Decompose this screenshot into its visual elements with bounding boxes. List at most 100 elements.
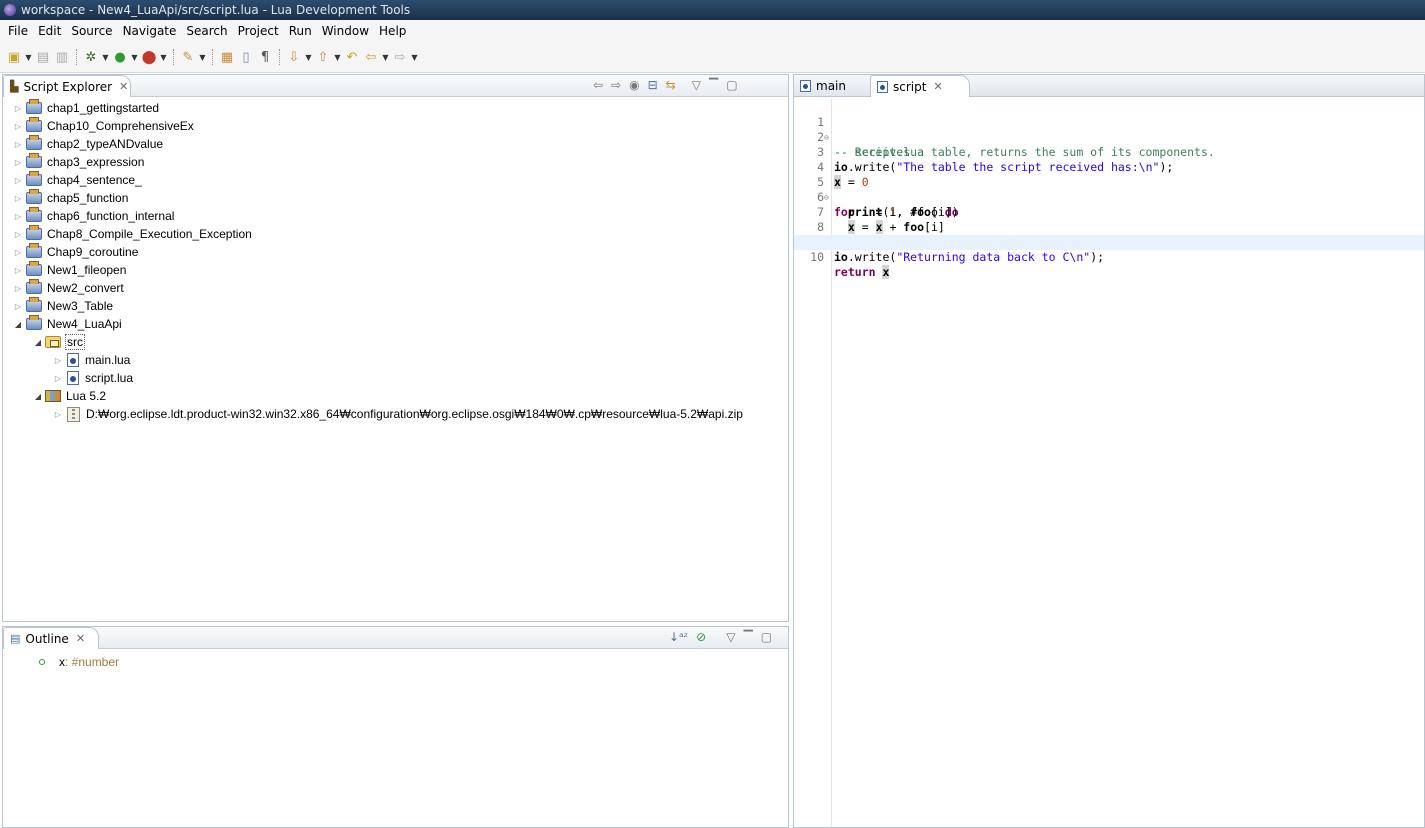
close-icon[interactable]: ✕ bbox=[119, 80, 128, 93]
menu-search[interactable]: Search bbox=[181, 24, 232, 38]
last-edit-location-icon[interactable]: ↶ bbox=[344, 49, 360, 65]
tree-item-file[interactable]: ▷ main.lua bbox=[53, 351, 130, 369]
save-all-icon[interactable]: ▥ bbox=[54, 49, 70, 65]
menu-project[interactable]: Project bbox=[233, 24, 284, 38]
back-icon[interactable]: ⇦ bbox=[363, 49, 379, 65]
expand-icon[interactable]: ▷ bbox=[53, 374, 63, 383]
menu-file[interactable]: File bbox=[3, 24, 33, 38]
expand-icon[interactable]: ▷ bbox=[13, 230, 23, 239]
expand-icon[interactable]: ▷ bbox=[13, 302, 23, 311]
close-icon[interactable]: ✕ bbox=[76, 632, 85, 645]
collapse-icon[interactable]: ◢ bbox=[33, 392, 43, 401]
tree-item-archive[interactable]: ▷ D:₩org.eclipse.ldt.product-win32.win32.… bbox=[53, 405, 743, 423]
code-line: 2 -- Receives a table, returns the sum o… bbox=[794, 115, 1424, 159]
previous-annotation-dropdown-icon[interactable]: ▼ bbox=[334, 53, 341, 62]
expand-icon[interactable]: ▷ bbox=[13, 248, 23, 257]
close-icon[interactable]: ✕ bbox=[933, 80, 942, 93]
tab-outline[interactable]: ▤ Outline ✕ bbox=[3, 627, 99, 649]
tree-item-file[interactable]: ▷ script.lua bbox=[53, 369, 133, 387]
open-task-icon[interactable]: ▯ bbox=[238, 49, 254, 65]
hide-fields-icon[interactable]: ⊘ bbox=[696, 630, 706, 644]
tree-item[interactable]: ▷ Chap10_ComprehensiveEx bbox=[13, 117, 194, 135]
menu-navigate[interactable]: Navigate bbox=[118, 24, 182, 38]
tab-main[interactable]: main bbox=[794, 75, 866, 97]
open-type-icon[interactable]: ▦ bbox=[219, 49, 235, 65]
forward-dropdown-icon[interactable]: ▼ bbox=[411, 53, 418, 62]
collapse-icon[interactable]: ◢ bbox=[13, 320, 23, 329]
tree-item[interactable]: ▷ Chap9_coroutine bbox=[13, 243, 138, 261]
tree-item-library[interactable]: ◢ Lua 5.2 bbox=[33, 387, 106, 405]
tree-item[interactable]: ◢ New4_LuaApi bbox=[13, 315, 122, 333]
previous-annotation-icon[interactable]: ⇧ bbox=[315, 49, 331, 65]
next-annotation-dropdown-icon[interactable]: ▼ bbox=[305, 53, 312, 62]
new-project-icon[interactable]: ✎ bbox=[180, 49, 196, 65]
tab-script-explorer[interactable]: ▙ Script Explorer ✕ bbox=[3, 75, 131, 97]
project-icon bbox=[26, 207, 42, 222]
source-folder-icon bbox=[45, 336, 61, 348]
view-menu-icon[interactable]: ▽ bbox=[726, 630, 735, 644]
new-icon[interactable]: ▣ bbox=[6, 49, 22, 65]
script-explorer-panel: ▙ Script Explorer ✕ ⇦ ⇨ ◉ ⊟ ⇆ ▽ ▔ ▢ ▷ cha… bbox=[2, 74, 789, 622]
expand-icon[interactable]: ▷ bbox=[53, 410, 63, 419]
link-with-editor-icon[interactable]: ⇆ bbox=[666, 78, 676, 92]
expand-icon[interactable]: ▷ bbox=[13, 176, 23, 185]
tree-item[interactable]: ▷ chap5_function bbox=[13, 189, 128, 207]
new-dropdown-icon[interactable]: ▼ bbox=[25, 53, 32, 62]
maximize-icon[interactable]: ▢ bbox=[761, 630, 772, 644]
code-editor[interactable]: 1 ⊖ -- script.lua 2 -- Receives a table,… bbox=[794, 100, 1424, 827]
menu-window[interactable]: Window bbox=[317, 24, 374, 38]
show-whitespace-icon[interactable]: ¶ bbox=[257, 49, 273, 65]
up-icon[interactable]: ◉ bbox=[629, 78, 639, 92]
outline-header: ▤ Outline ✕ ↓ᵃᶻ ⊘ ▽ ▔ ▢ bbox=[3, 627, 788, 649]
tree-item[interactable]: ▷ New3_Table bbox=[13, 297, 113, 315]
tree-item-label: chap4_sentence_ bbox=[47, 173, 142, 187]
sort-alphabetically-icon[interactable]: ↓ᵃᶻ bbox=[669, 630, 688, 644]
view-menu-icon[interactable]: ▽ bbox=[692, 78, 701, 92]
minimize-icon[interactable]: ▔ bbox=[709, 78, 718, 92]
run-icon[interactable]: ● bbox=[112, 49, 128, 65]
back-dropdown-icon[interactable]: ▼ bbox=[382, 53, 389, 62]
tree-item-src[interactable]: ◢ src bbox=[33, 333, 85, 351]
tree-item-label: New2_convert bbox=[47, 281, 124, 295]
expand-icon[interactable]: ▷ bbox=[13, 104, 23, 113]
save-icon[interactable]: ▤ bbox=[35, 49, 51, 65]
tree-item[interactable]: ▷ New2_convert bbox=[13, 279, 124, 297]
expand-icon[interactable]: ▷ bbox=[53, 356, 63, 365]
collapse-all-icon[interactable]: ⊟ bbox=[648, 78, 658, 92]
menu-run[interactable]: Run bbox=[284, 24, 317, 38]
next-annotation-icon[interactable]: ⇩ bbox=[286, 49, 302, 65]
external-tools-dropdown-icon[interactable]: ▼ bbox=[160, 53, 167, 62]
menu-edit[interactable]: Edit bbox=[33, 24, 66, 38]
debug-icon[interactable]: ✲ bbox=[83, 49, 99, 65]
tree-item[interactable]: ▷ chap1_gettingstarted bbox=[13, 99, 159, 117]
expand-icon[interactable]: ▷ bbox=[13, 266, 23, 275]
tree-item-label: chap6_function_internal bbox=[47, 209, 175, 223]
collapse-icon[interactable]: ◢ bbox=[33, 338, 43, 347]
tree-item[interactable]: ▷ chap4_sentence_ bbox=[13, 171, 142, 189]
tree-item[interactable]: ▷ chap2_typeANDvalue bbox=[13, 135, 163, 153]
back-icon[interactable]: ⇦ bbox=[593, 78, 603, 92]
forward-icon[interactable]: ⇨ bbox=[392, 49, 408, 65]
debug-dropdown-icon[interactable]: ▼ bbox=[102, 53, 109, 62]
menu-help[interactable]: Help bbox=[374, 24, 411, 38]
new-project-dropdown-icon[interactable]: ▼ bbox=[199, 53, 206, 62]
expand-icon[interactable]: ▷ bbox=[13, 158, 23, 167]
expand-icon[interactable]: ▷ bbox=[13, 212, 23, 221]
project-icon bbox=[26, 189, 42, 204]
external-tools-icon[interactable]: ⬤ bbox=[141, 49, 157, 65]
tree-item[interactable]: ▷ chap6_function_internal bbox=[13, 207, 174, 225]
expand-icon[interactable]: ▷ bbox=[13, 284, 23, 293]
tree-item[interactable]: ▷ chap3_expression bbox=[13, 153, 144, 171]
maximize-icon[interactable]: ▢ bbox=[726, 78, 737, 92]
expand-icon[interactable]: ▷ bbox=[13, 140, 23, 149]
minimize-icon[interactable]: ▔ bbox=[743, 630, 752, 644]
forward-icon[interactable]: ⇨ bbox=[611, 78, 621, 92]
expand-icon[interactable]: ▷ bbox=[13, 194, 23, 203]
menu-source[interactable]: Source bbox=[66, 24, 117, 38]
expand-icon[interactable]: ▷ bbox=[13, 122, 23, 131]
tree-item[interactable]: ▷ Chap8_Compile_Execution_Exception bbox=[13, 225, 252, 243]
tab-script[interactable]: script ✕ bbox=[870, 75, 970, 97]
run-dropdown-icon[interactable]: ▼ bbox=[131, 53, 138, 62]
tree-item[interactable]: ▷ New1_fileopen bbox=[13, 261, 126, 279]
outline-item[interactable]: x : #number bbox=[39, 655, 119, 669]
